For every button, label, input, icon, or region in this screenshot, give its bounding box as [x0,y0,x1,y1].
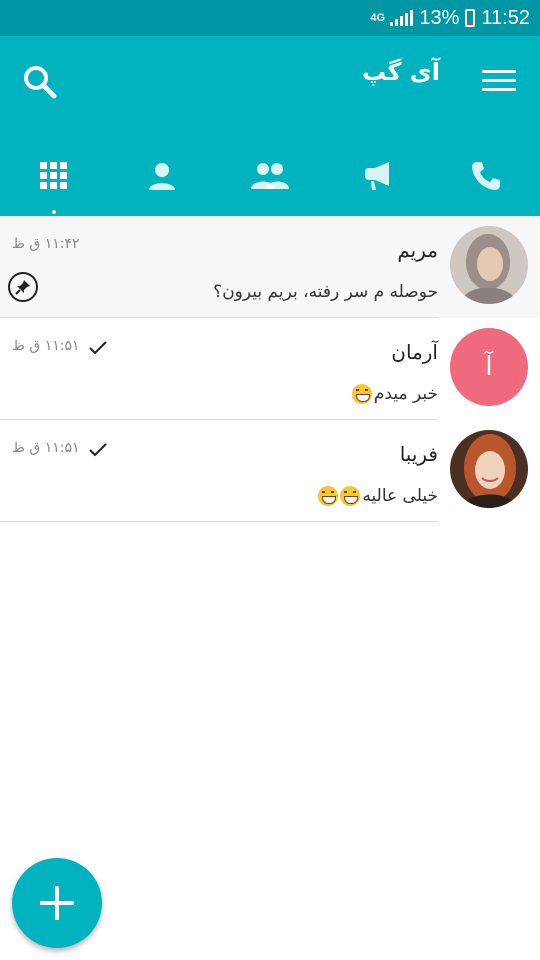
status-bar: 4G 13% 11:52 [0,0,540,36]
chat-name: فریبا [399,442,438,466]
status-indicators: 4G 13% 11:52 [370,0,530,36]
chat-preview-text: خیلی عالیه [362,486,438,506]
tab-groups[interactable] [216,136,324,216]
chat-row[interactable]: مریم حوصله م سر رفته، بریم بیرون؟ ۱۱:۴۲ … [0,216,540,318]
chat-name: مریم [397,238,438,262]
person-icon [149,163,175,190]
status-time: 11:52 [481,6,530,29]
avatar[interactable] [450,226,528,304]
tab-all-chats[interactable] [0,136,108,216]
active-tab-indicator [52,210,56,214]
chat-time: ۱۱:۵۱ ق ظ [12,338,80,354]
chat-preview-text: خبر میدم [373,384,438,404]
chat-time: ۱۱:۵۱ ق ظ [12,440,80,456]
new-chat-button[interactable] [12,858,102,948]
chat-preview-text: حوصله م سر رفته، بریم بیرون؟ [213,282,438,302]
megaphone-icon [365,162,389,190]
battery-level [467,23,474,25]
search-icon [24,66,57,99]
row-divider [0,521,438,522]
avatar[interactable] [450,430,528,508]
tab-bar [0,136,540,216]
menu-icon-bar-middle [482,79,516,82]
check-icon [89,341,107,355]
battery-percent: 13% [419,6,460,29]
avatar-photo [450,226,528,304]
check-icon [89,443,107,457]
menu-icon-bar-top [482,70,516,73]
menu-button[interactable] [480,64,520,96]
laughing-emoji-icon [340,486,361,506]
chat-preview: خبر میدم [351,384,438,404]
menu-icon-bar-bottom [482,88,516,91]
chat-preview: حوصله م سر رفته، بریم بیرون؟ [213,282,438,302]
app-title: آی گپ [362,58,440,86]
tab-channels[interactable] [324,136,432,216]
tab-contacts[interactable] [108,136,216,216]
chat-time: ۱۱:۴۲ ق ظ [12,236,80,252]
network-type: 4G [370,12,386,24]
laughing-emoji-icon [351,384,372,404]
chat-name: آرمان [391,340,438,364]
plus-icon [40,886,74,920]
phone-icon [472,162,500,190]
search-button[interactable] [20,62,60,102]
grid-icon [40,162,67,189]
chat-row[interactable]: آ آرمان خبر میدم ۱۱:۵۱ ق ظ [0,318,540,420]
chat-row[interactable]: فریبا خیلی عالیه ۱۱:۵۱ ق ظ [0,420,540,522]
app-bar: آی گپ [0,36,540,216]
avatar[interactable]: آ [450,328,528,406]
chat-preview: خیلی عالیه [318,486,438,506]
signal-icon [390,10,414,26]
group-icon [251,163,289,189]
battery-icon [465,9,476,27]
pin-icon [8,272,38,302]
avatar-letter: آ [485,352,493,382]
tab-calls[interactable] [432,136,540,216]
laughing-emoji-icon [318,486,339,506]
avatar-photo [450,430,528,508]
